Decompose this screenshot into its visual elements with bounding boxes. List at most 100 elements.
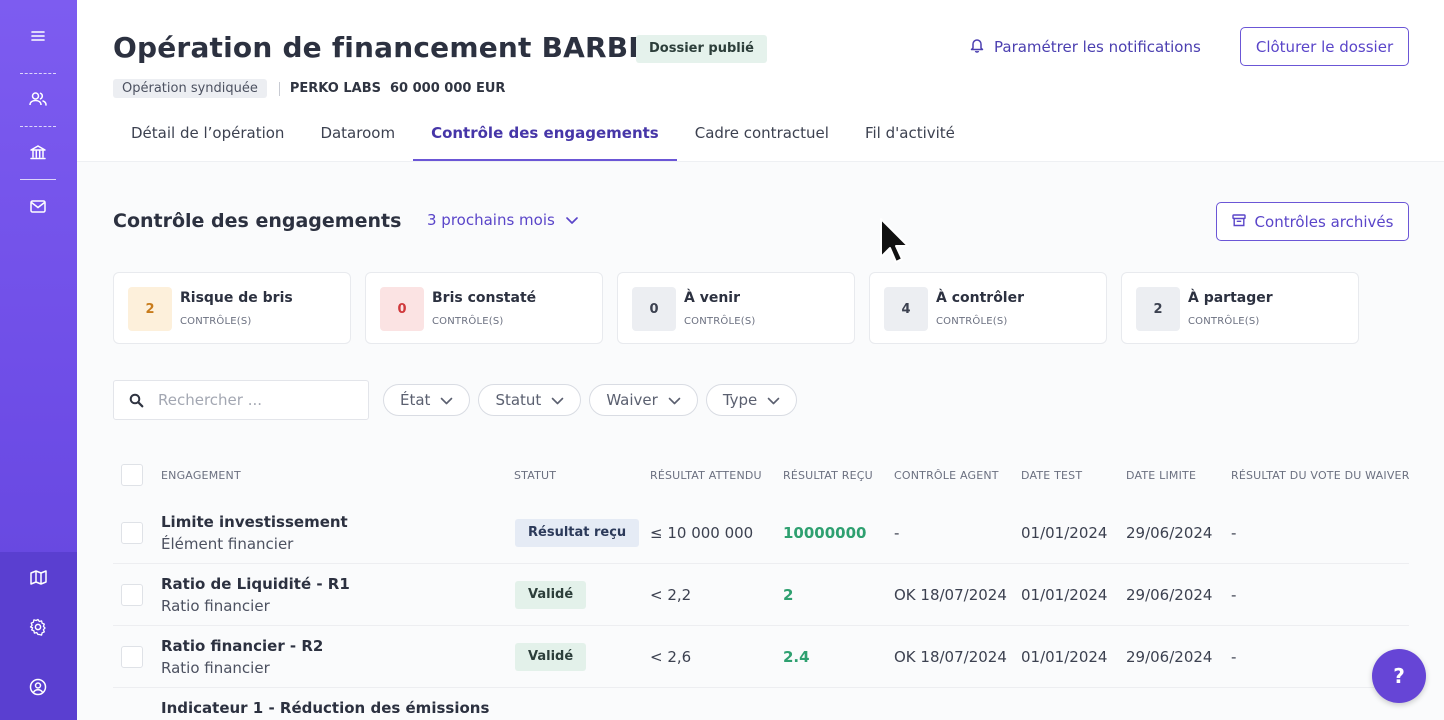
card-count: 0 [380, 287, 424, 331]
mail-icon[interactable] [26, 194, 50, 218]
received-result: 2.4 [783, 648, 810, 666]
archived-controls-label: Contrôles archivés [1254, 212, 1394, 231]
column-header: DATE TEST [1021, 469, 1083, 482]
agent-check: OK 18/07/2024 [894, 648, 1007, 666]
agent-check: OK 18/07/2024 [894, 586, 1007, 604]
period-label: 3 prochains mois [427, 211, 555, 229]
status-badge: Validé [515, 581, 587, 609]
column-header: CONTRÔLE AGENT [894, 469, 999, 482]
deadline-date: 29/06/2024 [1126, 648, 1213, 666]
sidebar [0, 0, 77, 720]
card-break-found[interactable]: 0 Bris constaté CONTRÔLE(S) [365, 272, 603, 344]
tab-covenant-control[interactable]: Contrôle des engagements [413, 113, 677, 161]
card-label: Risque de bris [180, 290, 293, 306]
test-date: 01/01/2024 [1021, 648, 1108, 666]
card-count: 2 [128, 287, 172, 331]
sidebar-divider [20, 73, 56, 74]
covenant-category: Élément financier [161, 535, 294, 553]
chevron-down-icon [767, 391, 780, 409]
row-checkbox[interactable] [121, 584, 143, 606]
covenant-name: Indicateur 1 - Réduction des émissions [161, 699, 490, 717]
filter-waiver[interactable]: Waiver [589, 384, 698, 416]
status-badge: Résultat reçu [515, 519, 640, 547]
covenant-section: Contrôle des engagements 3 prochains moi… [77, 162, 1444, 720]
operation-meta: Opération syndiquée PERKO LABS 60 000 00… [113, 79, 505, 98]
archived-controls-button[interactable]: Contrôles archivés [1216, 202, 1409, 241]
filter-label: État [400, 391, 431, 409]
waiver-vote-result: - [1231, 648, 1237, 666]
company-name: PERKO LABS [289, 81, 381, 96]
select-all-checkbox[interactable] [121, 464, 143, 486]
meta-divider [278, 81, 280, 96]
status-badge: Validé [515, 643, 587, 671]
table-row[interactable]: Ratio de Liquidité - R1 Ratio financier … [113, 564, 1409, 626]
card-label: À contrôler [936, 290, 1025, 306]
filter-bar: État Statut Waiver Type [383, 384, 798, 416]
column-header: ENGAGEMENT [161, 469, 241, 482]
expected-result: < 2,2 [650, 586, 692, 604]
search-input[interactable] [158, 391, 358, 409]
gear-icon[interactable] [26, 615, 50, 639]
row-checkbox[interactable] [121, 522, 143, 544]
help-button[interactable]: ? [1372, 649, 1426, 703]
bell-icon [970, 37, 984, 57]
notification-settings-label: Paramétrer les notifications [994, 38, 1201, 56]
card-label: Bris constaté [432, 290, 537, 306]
filter-label: Statut [495, 391, 542, 409]
waiver-vote-result: - [1231, 524, 1237, 542]
deadline-date: 29/06/2024 [1126, 524, 1213, 542]
card-to-check[interactable]: 4 À contrôler CONTRÔLE(S) [869, 272, 1107, 344]
column-header: DATE LIMITE [1126, 469, 1197, 482]
card-upcoming[interactable]: 0 À venir CONTRÔLE(S) [617, 272, 855, 344]
covenant-table: ENGAGEMENT STATUT RÉSULTAT ATTENDU RÉSUL… [113, 452, 1409, 720]
notification-settings-link[interactable]: Paramétrer les notifications [970, 37, 1201, 57]
received-result: 2 [783, 586, 794, 604]
chevron-down-icon [440, 391, 453, 409]
waiver-vote-result: - [1231, 586, 1237, 604]
filter-label: Type [722, 391, 758, 409]
table-row[interactable]: Limite investissement Élément financier … [113, 502, 1409, 564]
covenant-name: Limite investissement [161, 513, 348, 531]
tab-detail[interactable]: Détail de l’opération [113, 113, 302, 161]
expected-result: < 2,6 [650, 648, 692, 666]
period-dropdown[interactable]: 3 prochains mois [427, 211, 579, 229]
card-sublabel: CONTRÔLE(S) [684, 316, 756, 327]
user-circle-icon[interactable] [26, 675, 50, 699]
agent-check: - [894, 524, 900, 542]
menu-icon[interactable] [26, 24, 50, 48]
card-count: 0 [632, 287, 676, 331]
column-header: STATUT [514, 469, 557, 482]
operation-amount: 60 000 000 EUR [390, 81, 506, 96]
tab-dataroom[interactable]: Dataroom [302, 113, 413, 161]
search-icon [114, 393, 158, 408]
card-sublabel: CONTRÔLE(S) [180, 316, 252, 327]
card-to-share[interactable]: 2 À partager CONTRÔLE(S) [1121, 272, 1359, 344]
card-label: À venir [684, 290, 740, 306]
filter-state[interactable]: État [383, 384, 471, 416]
sidebar-divider [20, 179, 56, 180]
chevron-down-icon [668, 391, 681, 409]
row-checkbox[interactable] [121, 646, 143, 668]
operation-type-tag: Opération syndiquée [113, 79, 267, 98]
tab-bar: Détail de l’opération Dataroom Contrôle … [113, 113, 973, 161]
card-sublabel: CONTRÔLE(S) [432, 316, 504, 327]
card-count: 4 [884, 287, 928, 331]
page-title: Opération de financement BARBERA [113, 31, 692, 64]
column-header: RÉSULTAT ATTENDU [650, 469, 762, 482]
deadline-date: 29/06/2024 [1126, 586, 1213, 604]
table-row[interactable]: Ratio financier - R2 Ratio financier Val… [113, 626, 1409, 688]
card-label: À partager [1188, 290, 1273, 306]
card-break-risk[interactable]: 2 Risque de bris CONTRÔLE(S) [113, 272, 351, 344]
bank-icon[interactable] [26, 140, 50, 164]
filter-status[interactable]: Statut [478, 384, 582, 416]
table-row[interactable]: Indicateur 1 - Réduction des émissions [113, 688, 1409, 720]
close-dossier-button[interactable]: Clôturer le dossier [1240, 27, 1409, 66]
chevron-down-icon [565, 211, 579, 229]
tab-contract-framework[interactable]: Cadre contractuel [677, 113, 847, 161]
mouse-cursor-icon [879, 217, 911, 271]
filter-type[interactable]: Type [705, 384, 798, 416]
tab-activity-feed[interactable]: Fil d'activité [847, 113, 973, 161]
users-icon[interactable] [26, 87, 50, 111]
filter-label: Waiver [606, 391, 658, 409]
map-icon[interactable] [26, 565, 50, 589]
